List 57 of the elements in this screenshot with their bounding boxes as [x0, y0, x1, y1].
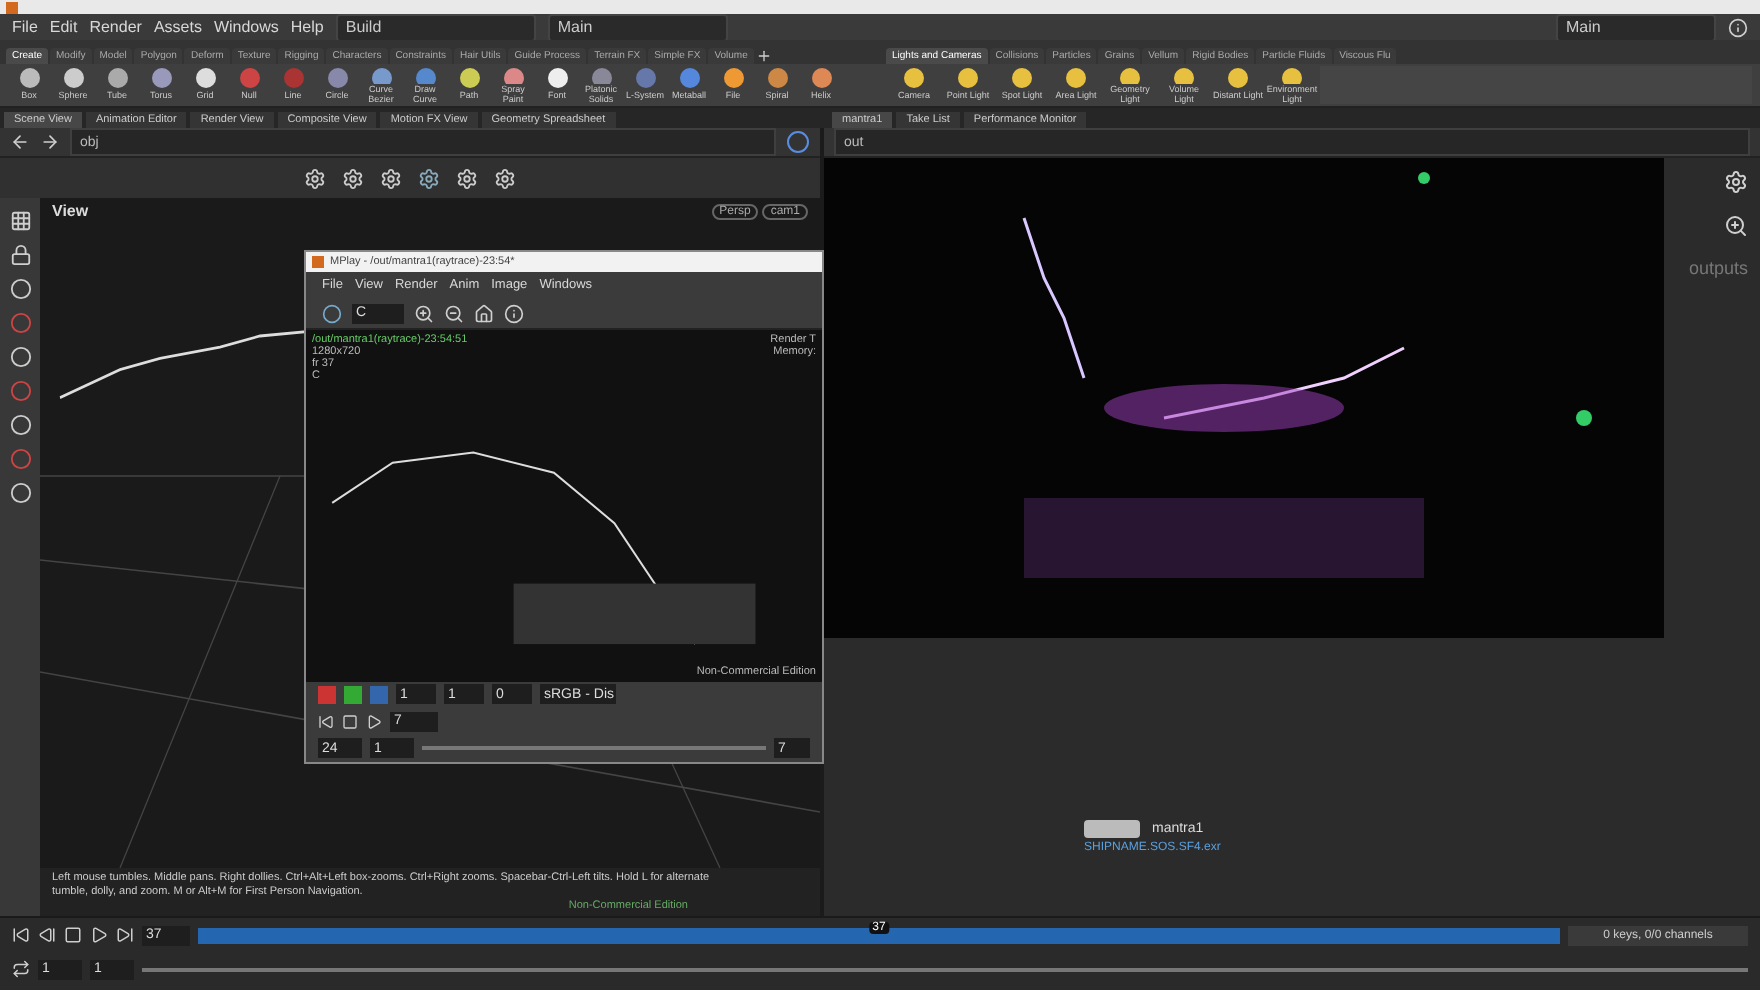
desktop-dropdown[interactable]: Build [335, 13, 536, 41]
zoom-in-icon[interactable] [414, 303, 434, 324]
add-icon[interactable] [755, 48, 772, 64]
shape-icon[interactable] [369, 66, 393, 84]
sphere-icon[interactable] [322, 303, 342, 324]
outputs-label: outputs [1688, 258, 1748, 278]
tool-icon[interactable] [418, 167, 440, 189]
app-icon [6, 1, 18, 13]
light-icon[interactable] [1280, 66, 1304, 84]
node[interactable] [1084, 820, 1140, 838]
lock-icon[interactable] [9, 244, 31, 266]
target-icon[interactable] [786, 130, 810, 154]
menu-item[interactable]: Edit [49, 18, 78, 36]
light-icon[interactable] [902, 66, 926, 90]
shape-icon[interactable] [501, 66, 525, 84]
shape-icon[interactable] [105, 66, 129, 90]
forward-icon[interactable] [40, 132, 60, 152]
grid-icon[interactable] [9, 210, 31, 232]
play-icon[interactable] [366, 713, 382, 730]
shape-icon[interactable] [809, 66, 833, 90]
jump-start-icon[interactable] [318, 713, 334, 730]
light-icon[interactable] [1172, 66, 1196, 84]
shape-icon[interactable] [193, 66, 217, 90]
menu-item[interactable]: Assets [153, 18, 202, 36]
menu-item[interactable]: Help [290, 18, 324, 36]
light-icon[interactable] [1226, 66, 1250, 90]
layout-dropdown[interactable]: Main [1556, 13, 1716, 41]
stop-icon[interactable] [342, 713, 358, 730]
shape-icon[interactable] [721, 66, 745, 90]
zoom-icon[interactable] [1724, 214, 1748, 238]
stop-icon[interactable] [64, 926, 82, 944]
shape-icon[interactable] [61, 66, 85, 90]
viewport-title: View [52, 202, 89, 220]
light-icon[interactable] [1118, 66, 1142, 84]
shape-icon[interactable] [545, 66, 569, 90]
home-icon[interactable] [474, 303, 494, 324]
back-icon[interactable] [10, 132, 30, 152]
jump-end-icon[interactable] [116, 926, 134, 944]
play-icon[interactable] [90, 926, 108, 944]
menu-item[interactable]: Render [89, 18, 142, 36]
shape-icon[interactable] [17, 66, 41, 90]
light-icon[interactable] [1010, 66, 1034, 90]
menu-item[interactable]: Windows [213, 18, 279, 36]
step-back-icon[interactable] [38, 926, 56, 944]
settings-icon[interactable] [1724, 170, 1748, 194]
help-icon[interactable] [1728, 17, 1748, 37]
shape-icon[interactable] [149, 66, 173, 90]
light-icon[interactable] [1064, 66, 1088, 90]
jump-start-icon[interactable] [12, 926, 30, 944]
menu-item[interactable]: File [12, 18, 38, 36]
layout-dropdown[interactable]: Main [547, 13, 728, 41]
light-icon[interactable] [956, 66, 980, 90]
info-icon[interactable] [504, 303, 524, 324]
app-icon [312, 255, 324, 268]
zoom-out-icon[interactable] [444, 303, 464, 324]
loop-icon[interactable] [12, 960, 30, 978]
shape-icon[interactable] [457, 66, 481, 90]
